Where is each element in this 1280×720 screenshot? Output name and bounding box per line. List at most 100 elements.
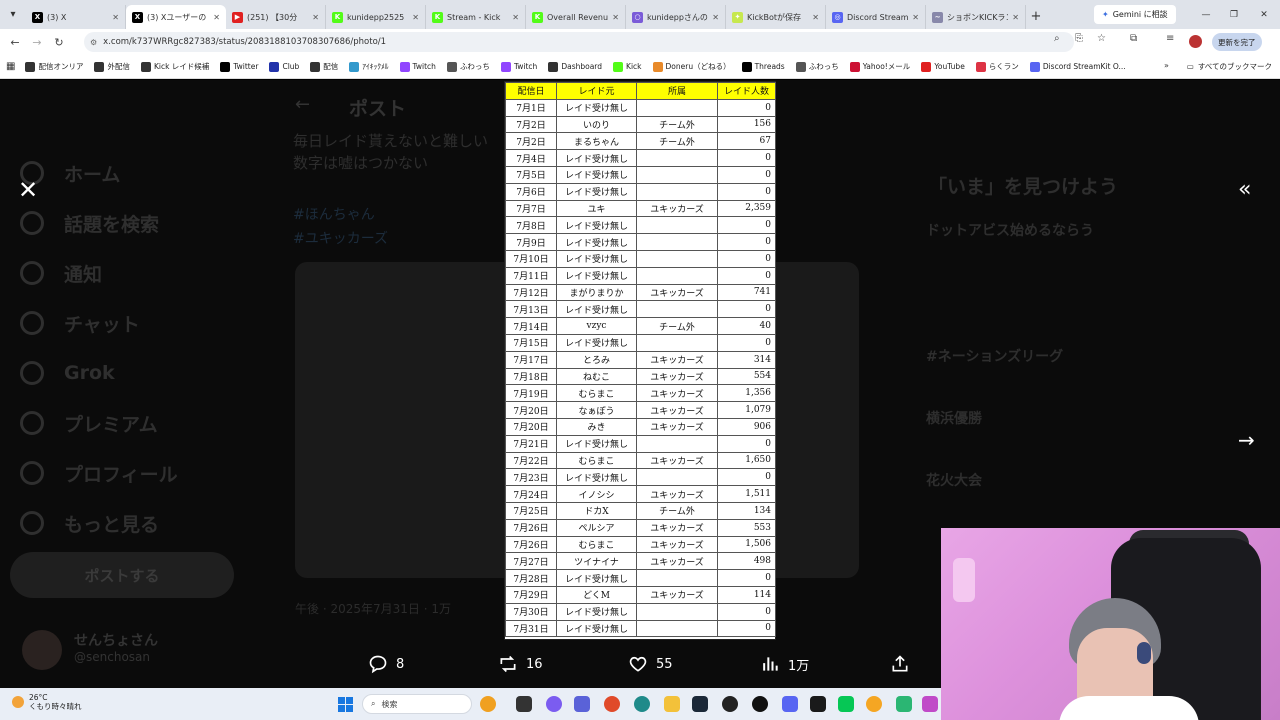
profile-avatar[interactable] xyxy=(1189,35,1202,48)
table-row: 7月26日 むらまこ ユキッカーズ 1,506 xyxy=(505,535,776,554)
gemini-button[interactable]: ✦ Gemini に相談 xyxy=(1094,5,1176,24)
tab-close-icon[interactable]: ✕ xyxy=(1012,13,1019,22)
app-icon[interactable] xyxy=(922,696,938,712)
bookmark-item[interactable]: Kick レイド候補 xyxy=(140,61,209,72)
install-icon[interactable]: ⎘ xyxy=(1075,33,1083,44)
update-button[interactable]: 更新を完了 xyxy=(1212,33,1262,51)
apps-icon[interactable]: ▦ xyxy=(6,61,15,72)
all-bookmarks-button[interactable]: ▭ すべてのブックマーク xyxy=(1187,61,1272,72)
tab-search-icon[interactable]: ▾ xyxy=(0,0,26,29)
bookmark-item[interactable]: ｱｲｷｯｸﾒﾙ xyxy=(349,61,389,72)
reload-icon[interactable]: ↻ xyxy=(48,36,70,49)
reading-list-icon[interactable]: ≡ xyxy=(1166,33,1174,44)
app-icon[interactable] xyxy=(866,696,882,712)
nav-icon xyxy=(20,361,44,385)
forward-icon[interactable]: → xyxy=(26,36,48,49)
tab-close-icon[interactable]: ✕ xyxy=(512,13,519,22)
bookmark-item[interactable]: ふわっち xyxy=(446,61,490,72)
collapse-panel-icon[interactable]: « xyxy=(1238,178,1251,202)
browser-tab[interactable]: ◎ Discord Stream ✕ xyxy=(826,5,926,29)
chrome-icon[interactable] xyxy=(604,696,620,712)
browser-tab[interactable]: ▶ (251) 【30分 ✕ xyxy=(226,5,326,29)
tab-close-icon[interactable]: ✕ xyxy=(912,13,919,22)
minimize-button[interactable]: — xyxy=(1192,0,1220,29)
bookmark-item[interactable]: 配信 xyxy=(310,61,338,72)
tab-close-icon[interactable]: ✕ xyxy=(412,13,419,22)
bookmark-item[interactable]: Twitch xyxy=(500,61,537,72)
tab-close-icon[interactable]: ✕ xyxy=(612,13,619,22)
steam-icon[interactable] xyxy=(692,696,708,712)
raid-date-cell: 7月14日 xyxy=(505,317,557,335)
copilot-icon[interactable] xyxy=(480,696,496,712)
browser-tab[interactable]: ~ ショボンKICKラン ✕ xyxy=(926,5,1026,29)
browser-tab[interactable]: ✦ KickBotが保存 ✕ xyxy=(726,5,826,29)
raid-count-cell: 741 xyxy=(717,283,776,302)
edge-icon[interactable] xyxy=(634,696,650,712)
tab-close-icon[interactable]: ✕ xyxy=(213,13,220,22)
explorer-icon[interactable] xyxy=(664,696,680,712)
table-row: 7月1日 レイド受け無し 0 xyxy=(505,98,776,117)
copilot-app-icon[interactable] xyxy=(546,696,562,712)
tab-close-icon[interactable]: ✕ xyxy=(712,13,719,22)
site-info-icon[interactable]: ⚙ xyxy=(90,38,97,47)
discord-icon[interactable] xyxy=(782,696,798,712)
bookmark-item[interactable]: YouTube xyxy=(921,61,965,72)
close-icon[interactable]: ✕ xyxy=(18,178,38,202)
raid-date-cell: 7月11日 xyxy=(505,266,557,285)
start-icon[interactable] xyxy=(338,697,353,712)
bookmark-item[interactable]: ふわっち xyxy=(795,61,839,72)
bookmark-item[interactable]: Twitter xyxy=(220,61,258,72)
bookmark-star-icon[interactable]: ☆ xyxy=(1097,33,1106,44)
bookmark-favicon-icon xyxy=(613,61,624,72)
browser-tab[interactable]: K Stream - Kick ✕ xyxy=(426,5,526,29)
raid-count-cell: 67 xyxy=(717,132,776,151)
maximize-button[interactable]: ❐ xyxy=(1220,0,1248,29)
views-button[interactable]: 1万 xyxy=(760,654,809,674)
next-image-icon[interactable]: → xyxy=(1238,428,1255,452)
url-bar[interactable]: ⚙ x.com/k737WRRgc827383/status/208318810… xyxy=(84,32,1074,52)
tab-close-icon[interactable]: ✕ xyxy=(312,13,319,22)
bookmark-item[interactable]: Threads xyxy=(741,61,785,72)
browser-tab[interactable]: X (3) Xユーザーの ✕ xyxy=(126,5,226,29)
bookmark-item[interactable]: Discord StreamKit O... xyxy=(1029,61,1126,72)
tab-close-icon[interactable]: ✕ xyxy=(812,13,819,22)
app-icon[interactable] xyxy=(896,696,912,712)
reply-button[interactable]: 8 xyxy=(368,654,404,674)
bookmark-item[interactable]: Dashboard xyxy=(548,61,602,72)
close-window-button[interactable]: ✕ xyxy=(1250,0,1278,29)
extensions-icon[interactable]: ⧉ xyxy=(1130,33,1137,44)
app-icon[interactable] xyxy=(752,696,768,712)
post-button: ポストする xyxy=(10,552,234,598)
tab-close-icon[interactable]: ✕ xyxy=(112,13,119,22)
app-icon[interactable] xyxy=(810,696,826,712)
post-meta: 午後 · 2025年7月31日 · 1万 xyxy=(295,602,451,616)
line-icon[interactable] xyxy=(838,696,854,712)
bookmark-item[interactable]: Yahoo!メール xyxy=(849,61,910,72)
weather-widget[interactable]: 26°C くもり時々晴れ xyxy=(12,693,82,711)
bookmark-item[interactable]: Twitch xyxy=(399,61,436,72)
browser-tab[interactable]: X (3) X ✕ xyxy=(26,5,126,29)
share-button[interactable] xyxy=(890,654,910,674)
bookmark-item[interactable]: 配信オンリア xyxy=(25,61,83,72)
trend-item: #ネーションズリーグ xyxy=(926,349,1064,365)
browser-tab[interactable]: K Overall Revenu ✕ xyxy=(526,5,626,29)
like-button[interactable]: 55 xyxy=(628,654,673,674)
bookmark-item[interactable]: 外配信 xyxy=(94,61,130,72)
bookmark-item[interactable]: らくラン xyxy=(975,61,1019,72)
more-bookmarks-icon[interactable]: » xyxy=(1164,61,1169,70)
browser-tab[interactable]: Kkunidepp2525 ✕ xyxy=(326,5,426,29)
raid-source-cell: vzyc xyxy=(556,317,637,335)
zoom-icon[interactable]: ⌕ xyxy=(1054,33,1060,44)
taskbar-search[interactable]: ⌕ 検索 xyxy=(362,694,472,714)
teams-icon[interactable] xyxy=(574,696,590,712)
browser-tab[interactable]: ○ kunideppさんの ✕ xyxy=(626,5,726,29)
task-view-icon[interactable] xyxy=(516,696,532,712)
bookmark-item[interactable]: Doneru（どねる） xyxy=(652,61,731,72)
obs-icon[interactable] xyxy=(722,696,738,712)
raid-team-cell: ユキッカーズ xyxy=(636,384,718,403)
bookmark-item[interactable]: Kick xyxy=(613,61,642,72)
back-icon[interactable]: ← xyxy=(4,36,26,49)
bookmark-item[interactable]: Club xyxy=(269,61,299,72)
repost-button[interactable]: 16 xyxy=(498,654,543,674)
new-tab-button[interactable]: + xyxy=(1026,9,1046,24)
